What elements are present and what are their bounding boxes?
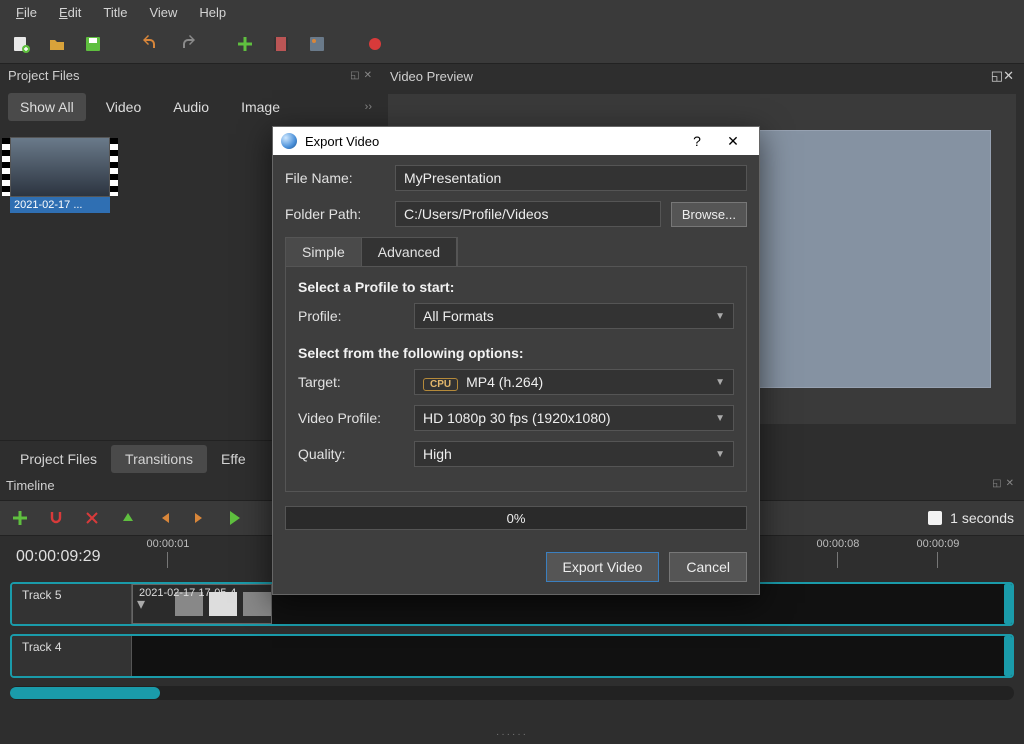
track-4[interactable]: Track 4	[10, 634, 1014, 678]
filename-input[interactable]	[395, 165, 747, 191]
browse-button[interactable]: Browse...	[671, 202, 747, 227]
expand-icon[interactable]: ››	[365, 101, 372, 113]
cancel-button[interactable]: Cancel	[669, 552, 747, 582]
video-profile-select[interactable]: HD 1080p 30 fps (1920x1080)▼	[414, 405, 734, 431]
folderpath-input[interactable]	[395, 201, 661, 227]
record-icon[interactable]	[364, 33, 386, 55]
marker-icon[interactable]	[118, 508, 138, 528]
menu-edit[interactable]: Edit	[49, 3, 91, 22]
play-icon[interactable]	[226, 508, 246, 528]
snap-icon[interactable]	[46, 508, 66, 528]
prev-marker-icon[interactable]	[154, 508, 174, 528]
section-profile-heading: Select a Profile to start:	[298, 279, 734, 295]
save-project-icon[interactable]	[82, 33, 104, 55]
new-project-icon[interactable]	[10, 33, 32, 55]
panel-detach-icon[interactable]: ◱	[350, 70, 359, 81]
dialog-title: Export Video	[305, 134, 679, 149]
simple-panel: Select a Profile to start: Profile: All …	[285, 266, 747, 492]
app-icon	[281, 133, 297, 149]
help-button[interactable]: ?	[679, 133, 715, 149]
chevron-down-icon: ▼	[715, 413, 725, 424]
panel-close-icon[interactable]: ✕	[364, 70, 372, 81]
project-files-title: Project Files	[8, 68, 80, 83]
effects-icon[interactable]	[306, 33, 328, 55]
video-profile-label: Video Profile:	[298, 410, 404, 426]
main-toolbar	[0, 24, 1024, 64]
track-4-header: Track 4	[12, 636, 132, 676]
quality-label: Quality:	[298, 446, 404, 462]
preview-detach-icon[interactable]: ◱	[991, 68, 1003, 83]
chevron-down-icon: ▼	[715, 377, 725, 388]
target-select[interactable]: CPUMP4 (h.264)▼	[414, 369, 734, 395]
tab-advanced[interactable]: Advanced	[362, 238, 457, 266]
lt-transitions[interactable]: Transitions	[111, 445, 207, 473]
timeline-hscrollbar[interactable]	[10, 686, 1014, 700]
menu-help[interactable]: Help	[189, 3, 236, 22]
video-preview-title: Video Preview	[390, 69, 473, 84]
zoom-seconds-label: 1 seconds	[950, 510, 1014, 526]
menubar: File Edit Title View Help	[0, 0, 1024, 24]
filename-label: File Name:	[285, 170, 385, 186]
scrollbar-thumb[interactable]	[10, 687, 160, 699]
folderpath-label: Folder Path:	[285, 206, 385, 222]
quality-select[interactable]: High▼	[414, 441, 734, 467]
preview-close-icon[interactable]: ✕	[1003, 68, 1014, 83]
undo-icon[interactable]	[140, 33, 162, 55]
tracks-area: Track 5 ▾ 2021-02-17 17-05-4 Track 4	[10, 582, 1014, 700]
next-marker-icon[interactable]	[190, 508, 210, 528]
tab-audio[interactable]: Audio	[161, 93, 221, 121]
export-progress: 0%	[285, 506, 747, 530]
menu-title[interactable]: Title	[93, 3, 137, 22]
tab-simple[interactable]: Simple	[286, 238, 362, 266]
status-bar-grip[interactable]: ······	[0, 729, 1024, 740]
open-project-icon[interactable]	[46, 33, 68, 55]
lt-effects[interactable]: Effe	[207, 445, 260, 473]
profile-label: Profile:	[298, 308, 404, 324]
thumbnail-label: 2021-02-17 ...	[10, 197, 110, 213]
export-video-button[interactable]: Export Video	[546, 552, 660, 582]
tab-show-all[interactable]: Show All	[8, 93, 86, 121]
target-label: Target:	[298, 374, 404, 390]
add-track-icon[interactable]	[10, 508, 30, 528]
track-resize-grip[interactable]	[1004, 584, 1014, 624]
film-icon[interactable]	[270, 33, 292, 55]
timeline-detach-icon[interactable]: ◱	[992, 478, 1001, 489]
cpu-badge: CPU	[423, 378, 458, 391]
media-thumbnail[interactable]: 2021-02-17 ...	[10, 137, 110, 447]
zoom-slider-handle[interactable]	[928, 511, 942, 525]
tab-video[interactable]: Video	[94, 93, 154, 121]
import-files-icon[interactable]	[234, 33, 256, 55]
project-filter-tabs: Show All Video Audio Image ››	[0, 87, 380, 127]
section-options-heading: Select from the following options:	[298, 345, 734, 361]
chevron-down-icon: ▼	[715, 449, 725, 460]
tab-image[interactable]: Image	[229, 93, 292, 121]
close-icon[interactable]: ✕	[715, 133, 751, 150]
track-resize-grip[interactable]	[1004, 636, 1014, 676]
clip-label: 2021-02-17 17-05-4	[139, 587, 236, 599]
timeline-title: Timeline	[6, 478, 55, 493]
playhead-timecode: 00:00:09:29	[0, 548, 117, 566]
zoom-seconds: 1 seconds	[928, 510, 1014, 526]
menu-file[interactable]: File	[6, 3, 47, 22]
timeline-close-icon[interactable]: ✕	[1006, 478, 1014, 489]
profile-select[interactable]: All Formats▼	[414, 303, 734, 329]
export-tabs: Simple Advanced	[285, 237, 458, 266]
video-clip[interactable]: ▾ 2021-02-17 17-05-4	[132, 584, 272, 624]
export-video-dialog: Export Video ? ✕ File Name: Folder Path:…	[272, 126, 760, 595]
dialog-titlebar[interactable]: Export Video ? ✕	[273, 127, 759, 155]
track-5-header: Track 5	[12, 584, 132, 624]
lt-project-files[interactable]: Project Files	[6, 445, 111, 473]
razor-icon[interactable]	[82, 508, 102, 528]
redo-icon[interactable]	[176, 33, 198, 55]
menu-view[interactable]: View	[139, 3, 187, 22]
chevron-down-icon: ▼	[715, 311, 725, 322]
